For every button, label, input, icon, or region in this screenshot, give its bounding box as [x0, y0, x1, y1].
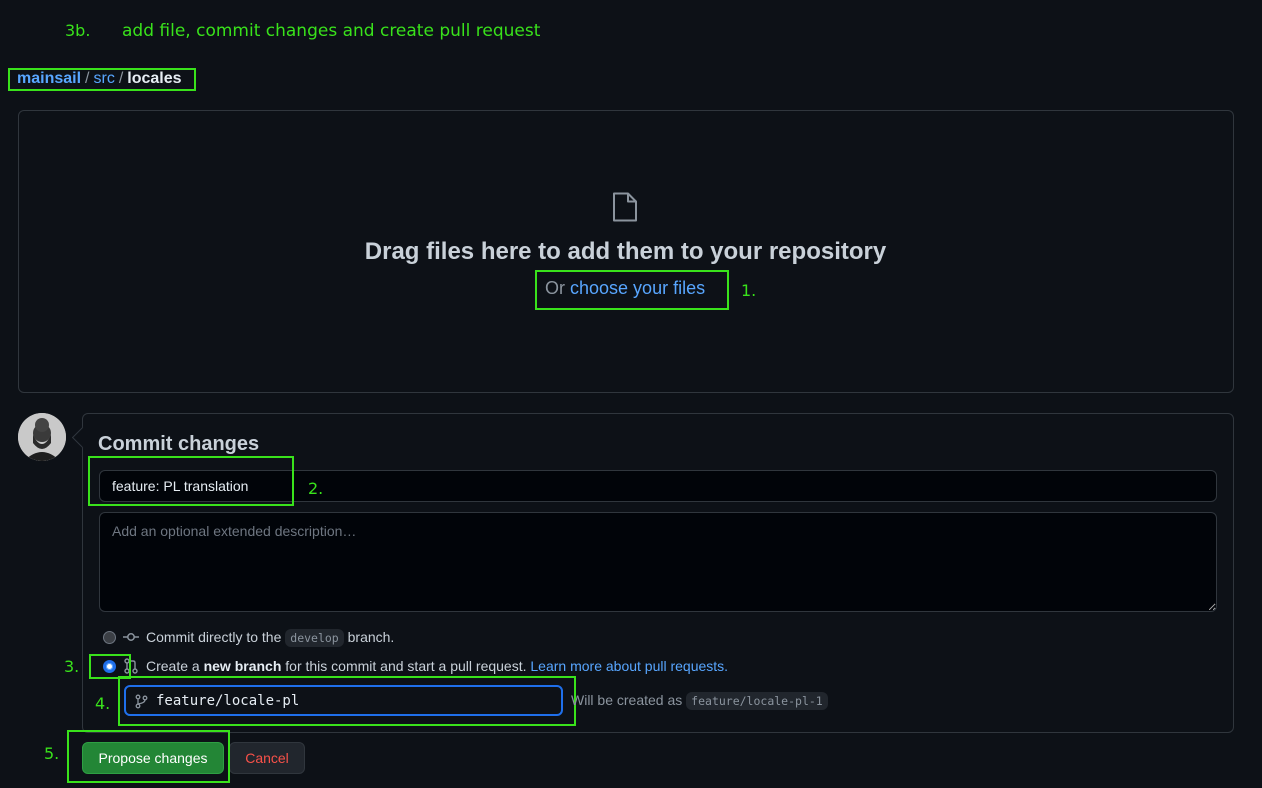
commit-direct-suffix: branch. [347, 629, 395, 645]
avatar[interactable] [18, 413, 66, 461]
commit-direct-prefix: Commit directly to the [146, 629, 282, 645]
annotation-4: 4. [95, 694, 111, 713]
new-branch-prefix: Create a [146, 658, 200, 674]
git-commit-icon [123, 633, 139, 641]
new-branch-radio[interactable] [103, 660, 116, 673]
new-branch-bold: new branch [203, 658, 282, 674]
dropzone-subtitle: Or choose your files [545, 278, 705, 299]
dropzone-title: Drag files here to add them to your repo… [364, 238, 887, 265]
breadcrumb-separator: / [85, 70, 90, 87]
branch-name-input[interactable] [156, 687, 556, 714]
step-title: add file, commit changes and create pull… [122, 21, 541, 41]
annotation-2: 2. [308, 479, 324, 498]
annotation-3: 3. [64, 657, 80, 676]
branch-note-pill: feature/locale-pl-1 [686, 692, 828, 710]
git-pull-request-icon [124, 658, 138, 674]
breadcrumb-repo-link[interactable]: mainsail [17, 70, 81, 87]
learn-more-pull-requests-link[interactable]: Learn more about pull requests. [530, 658, 728, 674]
commit-summary-input[interactable] [99, 470, 1217, 502]
step-number: 3b. [65, 21, 91, 40]
cancel-button[interactable]: Cancel [229, 742, 305, 774]
branch-note-prefix: Will be created as [571, 692, 683, 708]
choose-files-link[interactable]: choose your files [570, 278, 705, 298]
commit-direct-label: Commit directly to the develop branch. [146, 629, 395, 647]
commit-heading: Commit changes [98, 433, 260, 455]
git-branch-icon [135, 694, 148, 709]
commit-direct-radio[interactable] [103, 631, 116, 644]
avatar-image [18, 413, 66, 461]
file-icon [613, 192, 637, 222]
branch-name-field[interactable] [124, 685, 563, 716]
new-branch-suffix: for this commit and start a pull request… [285, 658, 527, 674]
annotation-1: 1. [741, 281, 757, 300]
propose-changes-button[interactable]: Propose changes [82, 742, 224, 774]
dropzone-prefix: Or [545, 278, 565, 298]
commit-description-textarea[interactable] [99, 512, 1217, 612]
develop-branch-pill: develop [285, 629, 344, 647]
breadcrumb-separator: / [118, 70, 124, 87]
breadcrumb-current: locales [127, 70, 182, 87]
breadcrumb: mainsail / src / locales [17, 70, 182, 88]
new-branch-label: Create a new branch for this commit and … [146, 658, 728, 674]
branch-note: Will be created as feature/locale-pl-1 [571, 692, 828, 710]
breadcrumb-src-link[interactable]: src [93, 70, 114, 87]
annotation-5: 5. [44, 744, 60, 763]
